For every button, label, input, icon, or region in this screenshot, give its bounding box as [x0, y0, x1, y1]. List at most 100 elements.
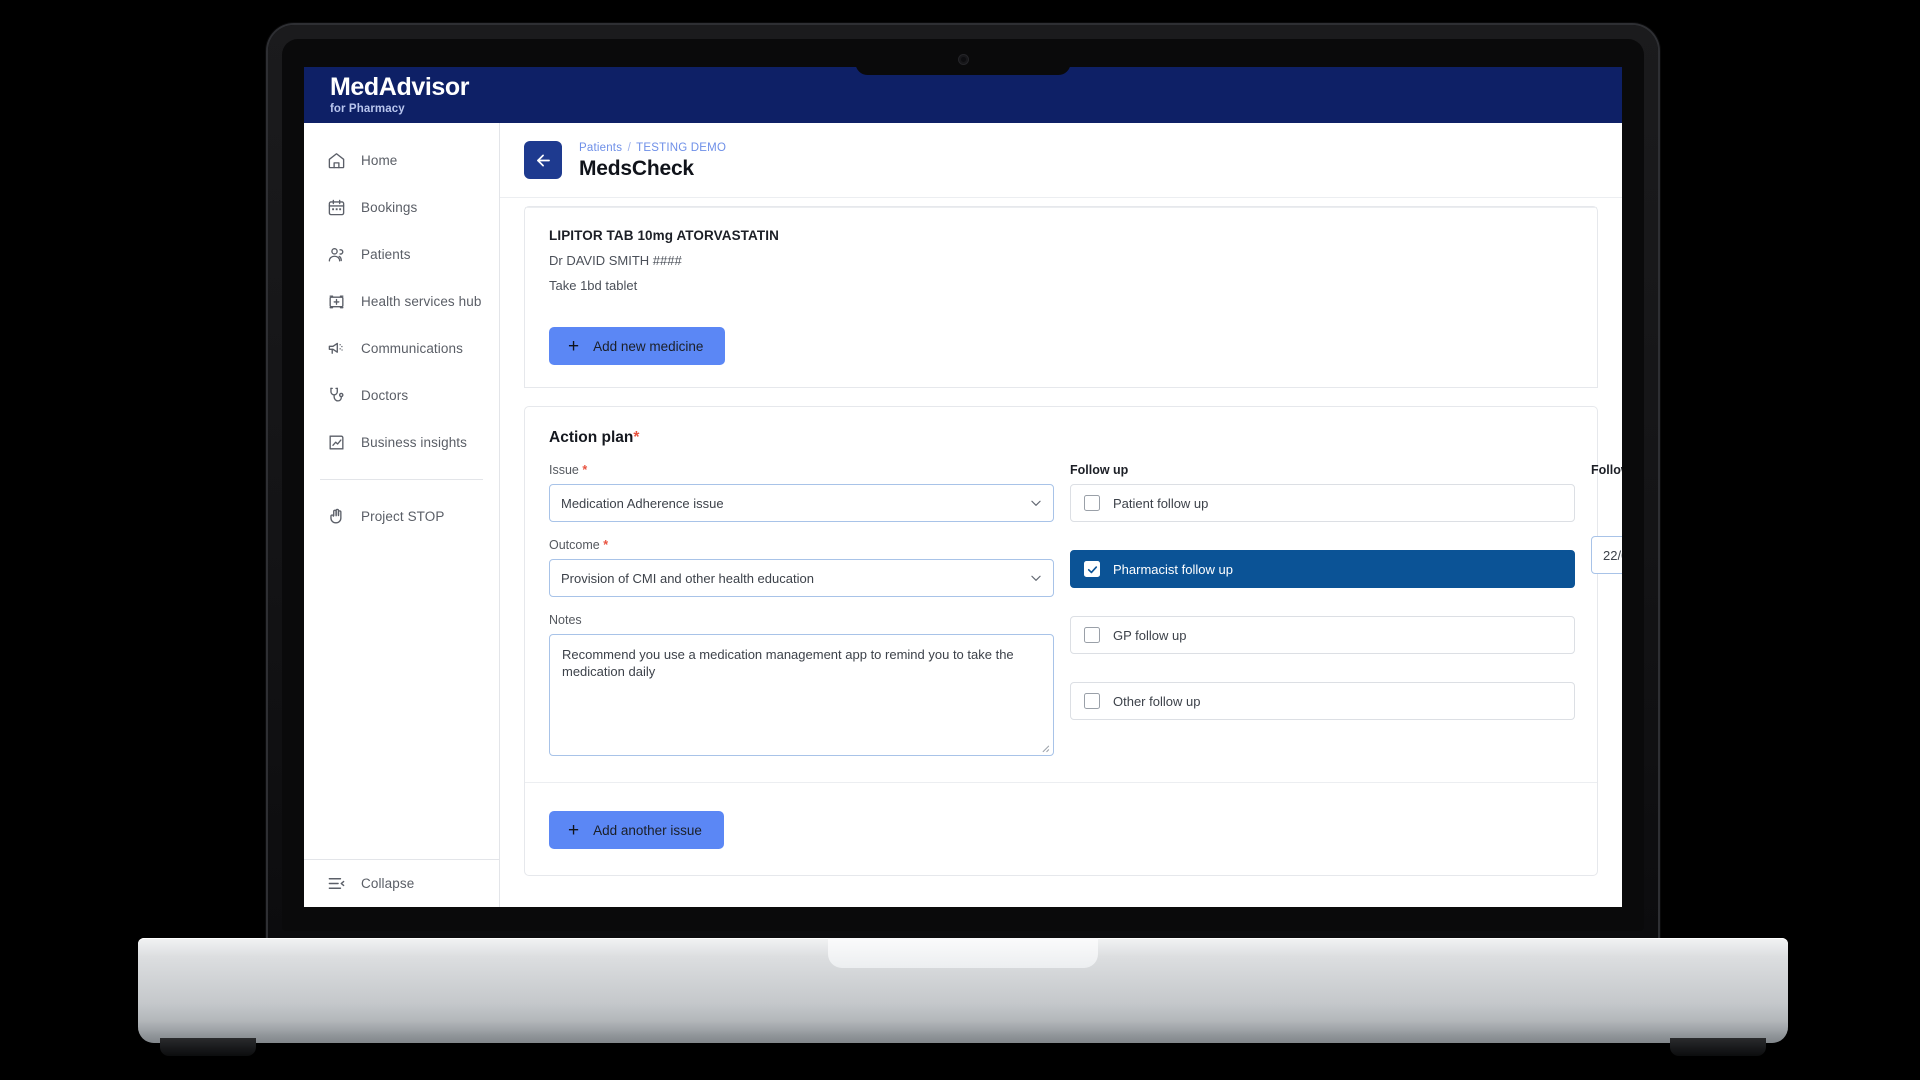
laptop-notch	[855, 39, 1071, 75]
action-plan-left-column: Issue * Medication Adherence issue Outco…	[549, 463, 1054, 756]
medicines-card: LIPITOR TAB 10mg ATORVASTATIN Dr DAVID S…	[524, 206, 1598, 388]
people-icon	[326, 245, 346, 265]
main-content: Patients / TESTING DEMO MedsCheck LIPITO…	[500, 123, 1622, 907]
action-plan-title-text: Action plan	[549, 429, 634, 446]
follow-up-date-spacer	[1591, 484, 1622, 536]
issue-label: Issue *	[549, 463, 1054, 477]
sidebar-collapse-label: Collapse	[361, 876, 415, 891]
medicine-actions: + Add new medicine	[525, 311, 1597, 387]
medicine-name: LIPITOR TAB 10mg ATORVASTATIN	[549, 228, 779, 243]
follow-up-option-label: Pharmacist follow up	[1113, 561, 1233, 577]
checkbox-icon	[1084, 693, 1100, 709]
sidebar-collapse-button[interactable]: Collapse	[304, 860, 499, 907]
outcome-required-marker: *	[603, 538, 609, 552]
laptop-base-notch	[828, 938, 1098, 968]
action-plan-required-marker: *	[633, 429, 640, 446]
sidebar-footer: Collapse	[304, 859, 499, 907]
sidebar-item-home[interactable]: Home	[304, 137, 499, 184]
sidebar-item-label: Patients	[361, 247, 411, 262]
home-icon	[326, 151, 346, 171]
follow-up-option-label: GP follow up	[1113, 627, 1187, 643]
sidebar-item-health-services-hub[interactable]: Health services hub	[304, 278, 499, 325]
add-new-medicine-button[interactable]: + Add new medicine	[549, 327, 726, 365]
calendar-icon	[326, 198, 346, 218]
laptop-base-edge	[138, 1021, 1788, 1043]
screenshot-stage: MedAdvisor for Pharmacy Home Bookings Pa…	[0, 0, 1920, 1080]
add-another-issue-button[interactable]: + Add another issue	[549, 811, 724, 849]
follow-up-date-label: Follow up d	[1591, 463, 1622, 477]
follow-up-option-patient[interactable]: Patient follow up	[1070, 484, 1575, 522]
laptop-foot-right	[1670, 1038, 1766, 1056]
action-plan-columns: Issue * Medication Adherence issue Outco…	[549, 463, 1622, 756]
action-plan-footer: + Add another issue	[525, 782, 1597, 849]
sidebar-item-label: Bookings	[361, 200, 418, 215]
add-another-issue-label: Add another issue	[593, 822, 702, 838]
notes-label: Notes	[549, 613, 582, 627]
outcome-select-value: Provision of CMI and other health educat…	[561, 570, 814, 586]
follow-up-option-pharmacist[interactable]: Pharmacist follow up	[1070, 550, 1575, 588]
back-button[interactable]	[524, 141, 562, 179]
issue-select[interactable]: Medication Adherence issue	[549, 484, 1054, 522]
brand-name: MedAdvisor	[330, 73, 470, 101]
outcome-select[interactable]: Provision of CMI and other health educat…	[549, 559, 1054, 597]
chart-icon	[326, 433, 346, 453]
app-topbar: MedAdvisor for Pharmacy	[304, 67, 1622, 123]
plus-icon: +	[568, 335, 580, 357]
sidebar-item-label: Business insights	[361, 435, 468, 450]
webcam-icon	[957, 54, 969, 65]
sidebar-item-label: Communications	[361, 341, 463, 356]
outcome-select-wrap: Provision of CMI and other health educat…	[549, 559, 1054, 597]
medicine-directions: Take 1bd tablet	[549, 278, 638, 293]
sidebar-item-project-stop[interactable]: Project STOP	[304, 493, 499, 540]
breadcrumb-separator: /	[627, 142, 631, 154]
follow-up-date-column: Follow up d 22/01/202	[1591, 463, 1622, 756]
sidebar-item-patients[interactable]: Patients	[304, 231, 499, 278]
medicine-prescriber: Dr DAVID SMITH ####	[549, 253, 682, 268]
medicine-item: LIPITOR TAB 10mg ATORVASTATIN Dr DAVID S…	[525, 207, 1597, 311]
outcome-label-text: Outcome	[549, 538, 600, 552]
sidebar-item-bookings[interactable]: Bookings	[304, 184, 499, 231]
follow-up-column: Follow up Patient follow up Pharmacist f…	[1070, 463, 1575, 756]
follow-up-option-other[interactable]: Other follow up	[1070, 682, 1575, 720]
laptop-foot-left	[160, 1038, 256, 1056]
add-new-medicine-label: Add new medicine	[593, 338, 704, 354]
checkbox-checked-icon	[1084, 561, 1100, 577]
follow-up-label: Follow up	[1070, 463, 1129, 477]
follow-up-date-input[interactable]: 22/01/202	[1591, 536, 1622, 574]
sidebar-item-business-insights[interactable]: Business insights	[304, 419, 499, 466]
laptop-lid: MedAdvisor for Pharmacy Home Bookings Pa…	[268, 25, 1658, 945]
action-plan-title: Action plan*	[549, 429, 1573, 447]
plus-icon: +	[568, 819, 580, 841]
hospital-icon	[326, 292, 346, 312]
breadcrumb-parent[interactable]: Patients	[579, 142, 622, 154]
sidebar-item-label: Health services hub	[361, 294, 482, 309]
hand-stop-icon	[326, 507, 346, 527]
sidebar-item-label: Project STOP	[361, 509, 445, 524]
sidebar-item-communications[interactable]: Communications	[304, 325, 499, 372]
laptop-base	[138, 938, 1788, 1056]
page-title: MedsCheck	[579, 157, 694, 180]
stethoscope-icon	[326, 386, 346, 406]
checkbox-icon	[1084, 495, 1100, 511]
issue-required-marker: *	[582, 463, 588, 477]
notes-textarea[interactable]: Recommend you use a medication managemen…	[549, 634, 1054, 756]
app-body: Home Bookings Patients Health services h…	[304, 123, 1622, 907]
outcome-label: Outcome *	[549, 538, 1054, 552]
brand-logo[interactable]: MedAdvisor for Pharmacy	[330, 73, 470, 116]
sidebar-item-label: Home	[361, 153, 398, 168]
breadcrumb-current[interactable]: TESTING DEMO	[636, 142, 726, 154]
brand-tagline: for Pharmacy	[330, 103, 405, 115]
follow-up-option-gp[interactable]: GP follow up	[1070, 616, 1575, 654]
sidebar-item-doctors[interactable]: Doctors	[304, 372, 499, 419]
laptop-bezel: MedAdvisor for Pharmacy Home Bookings Pa…	[282, 39, 1644, 931]
issue-select-wrap: Medication Adherence issue	[549, 484, 1054, 522]
sidebar-divider	[320, 479, 483, 480]
screen: MedAdvisor for Pharmacy Home Bookings Pa…	[304, 67, 1622, 907]
checkbox-icon	[1084, 627, 1100, 643]
follow-up-option-label: Other follow up	[1113, 693, 1201, 709]
follow-up-option-label: Patient follow up	[1113, 495, 1209, 511]
sidebar: Home Bookings Patients Health services h…	[304, 123, 500, 907]
breadcrumb: Patients / TESTING DEMO	[579, 142, 726, 154]
page-scroll-area[interactable]: LIPITOR TAB 10mg ATORVASTATIN Dr DAVID S…	[500, 198, 1622, 907]
